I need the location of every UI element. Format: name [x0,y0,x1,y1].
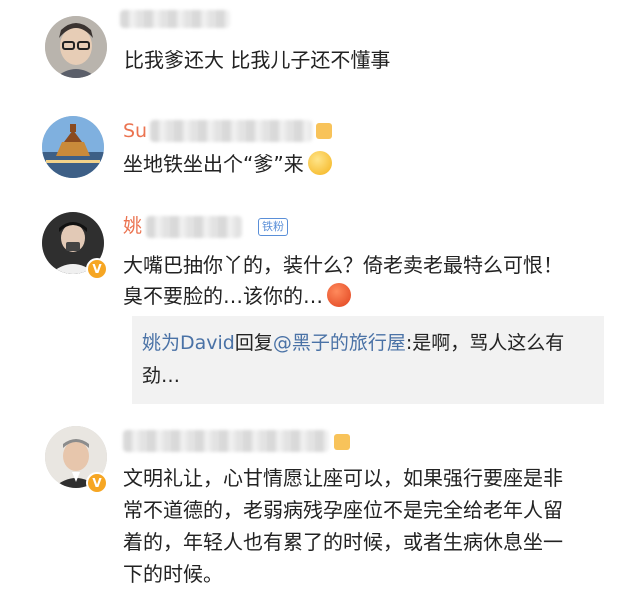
member-badge-icon [316,123,332,139]
username-blurred[interactable] [146,216,242,238]
comment-text: 常不道德的，老弱病残孕座位不是完全给老年人留 [123,498,563,522]
verified-badge-icon: V [86,472,108,494]
comment-text: 着的，年轻人也有累了的时候，或者生病休息坐一 [123,530,563,554]
comment-text: 比我爹还大 比我儿子还不懂事 [124,48,391,72]
comment-text: 臭不要脸的…该你的… [123,280,351,312]
username[interactable]: Su [123,119,147,143]
username-blurred[interactable] [150,120,312,142]
avatar[interactable] [45,16,107,78]
reply-target-link[interactable]: @黑子的旅行屋 [273,332,406,354]
angry-face-icon [327,283,351,307]
comment-text: 坐地铁坐出个“爹”来 [123,148,332,180]
reply-text: 姚为David回复@黑子的旅行屋:是啊，骂人这么有 [142,332,565,354]
member-badge-icon [334,434,350,450]
comment-text: 大嘴巴抽你丫的，装什么？倚老卖老最特么可恨！ [123,253,563,277]
username[interactable]: 姚 [123,214,142,238]
fan-badge: 铁粉 [258,218,288,236]
avatar[interactable] [42,116,104,178]
verified-badge-icon: V [86,258,108,280]
comment-text: 下的时候。 [123,562,223,586]
reply-text-continued: 劲… [142,365,181,387]
username-blurred[interactable] [123,430,329,452]
reply-author-link[interactable]: 姚为David [142,332,235,354]
thinking-face-icon [307,151,332,175]
comment-text: 文明礼让，心甘情愿让座可以，如果强行要座是非 [123,466,563,490]
username-blurred[interactable] [120,10,230,28]
